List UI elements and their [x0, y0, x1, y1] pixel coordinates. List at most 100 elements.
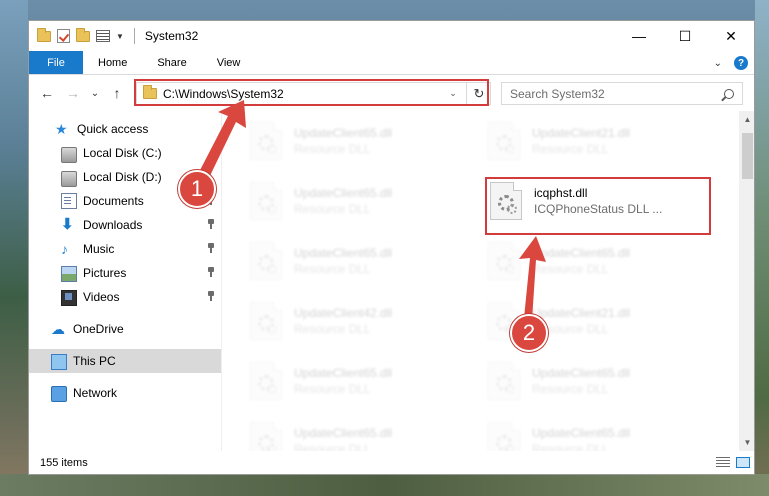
sidebar-item-this-pc[interactable]: This PC: [29, 349, 221, 373]
qat-separator: [133, 28, 135, 44]
file-name: UpdateClient65.dll: [294, 366, 393, 380]
pin-icon[interactable]: [207, 267, 215, 277]
content-area: ★ Quick access Local Disk (C:) Local Dis…: [29, 111, 754, 460]
dll-file-icon: [250, 182, 282, 220]
title-bar: ▼ System32 — ☐ ✕: [29, 21, 754, 51]
close-button[interactable]: ✕: [708, 21, 754, 51]
window-controls: — ☐ ✕: [616, 21, 754, 51]
dll-file-icon: [250, 302, 282, 340]
forward-button[interactable]: →: [63, 85, 83, 101]
sidebar-item-label: Network: [73, 386, 118, 400]
file-name: icqphst.dll: [534, 186, 588, 200]
sidebar-item-music[interactable]: ♪ Music: [29, 237, 221, 261]
file-name: UpdateClient42.dll: [294, 306, 393, 320]
pc-icon: [51, 354, 67, 370]
file-tile[interactable]: UpdateClient65.dll Resource DLL: [250, 115, 475, 167]
file-name: UpdateClient65.dll: [294, 246, 393, 260]
file-list: UpdateClient65.dll Resource DLL UpdateCli…: [222, 111, 754, 460]
file-type: Resource DLL: [532, 382, 609, 396]
navigation-bar: ← → ⌄ ↑ C:\Windows\System32 ⌄ ↻ Search S…: [29, 75, 754, 111]
sidebar-item-local-disk-c[interactable]: Local Disk (C:): [29, 141, 221, 165]
maximize-button[interactable]: ☐: [662, 21, 708, 51]
scroll-up-icon[interactable]: ▲: [739, 111, 754, 128]
window-title: System32: [144, 29, 199, 43]
file-name: UpdateClient65.dll: [532, 426, 631, 440]
ribbon-tabs: File Home Share View ⌄ ?: [29, 51, 754, 75]
file-name: UpdateClient65.dll: [294, 126, 393, 140]
music-icon: ♪: [61, 241, 68, 257]
qat-dropdown-icon[interactable]: ▼: [116, 32, 124, 41]
pin-icon[interactable]: [207, 291, 215, 301]
star-icon: ★: [55, 121, 68, 137]
dll-file-icon: [250, 242, 282, 280]
refresh-button[interactable]: ↻: [466, 82, 491, 105]
sidebar-item-downloads[interactable]: ⬇ Downloads: [29, 213, 221, 237]
file-type: Resource DLL: [294, 322, 371, 336]
tab-home[interactable]: Home: [83, 51, 142, 74]
file-tile[interactable]: UpdateClient65.dll Resource DLL: [250, 175, 475, 227]
dll-file-icon: [250, 362, 282, 400]
explorer-window: ▼ System32 — ☐ ✕ File Home Share View ⌄ …: [28, 20, 755, 475]
file-name: UpdateClient65.dll: [532, 366, 631, 380]
recent-locations-button[interactable]: ⌄: [85, 88, 105, 99]
sidebar-item-label: Local Disk (D:): [83, 170, 162, 184]
file-tile[interactable]: UpdateClient65.dll Resource DLL: [250, 355, 475, 407]
expand-ribbon-icon[interactable]: ⌄: [714, 58, 722, 69]
ribbon-right: ⌄ ?: [714, 51, 748, 75]
item-count: 155 items: [40, 457, 88, 469]
file-tile[interactable]: UpdateClient21.dll Resource DLL: [488, 115, 713, 167]
minimize-button[interactable]: —: [616, 21, 662, 51]
sidebar-item-videos[interactable]: Videos: [29, 285, 221, 309]
file-name: UpdateClient65.dll: [294, 186, 393, 200]
search-input[interactable]: Search System32: [510, 87, 724, 101]
address-dropdown-icon[interactable]: ⌄: [444, 88, 462, 99]
new-folder-icon[interactable]: [76, 27, 90, 42]
onedrive-icon: ☁: [51, 321, 65, 337]
desktop-background-bottom: [0, 474, 769, 496]
tiles-view-icon[interactable]: [736, 457, 750, 468]
address-bar[interactable]: C:\Windows\System32 ⌄: [136, 82, 491, 105]
file-tile[interactable]: UpdateClient65.dll Resource DLL: [488, 355, 713, 407]
sidebar-item-label: Local Disk (C:): [83, 146, 162, 160]
sidebar-item-onedrive[interactable]: ☁ OneDrive: [29, 317, 221, 341]
sidebar-item-label: This PC: [73, 354, 116, 368]
file-tile-icqphst[interactable]: icqphst.dll ICQPhoneStatus DLL ...: [490, 175, 715, 227]
pin-icon[interactable]: [207, 243, 215, 253]
address-path[interactable]: C:\Windows\System32: [163, 87, 444, 101]
documents-icon: [61, 193, 77, 209]
file-type: Resource DLL: [532, 262, 609, 276]
sidebar-item-label: OneDrive: [73, 322, 124, 336]
file-type: Resource DLL: [294, 142, 371, 156]
sidebar-item-pictures[interactable]: Pictures: [29, 261, 221, 285]
sidebar-item-label: Downloads: [83, 218, 143, 232]
customize-icon[interactable]: [96, 30, 110, 42]
tab-file[interactable]: File: [29, 51, 83, 74]
callout-1: 1: [178, 170, 216, 208]
callout-2: 2: [510, 314, 548, 352]
help-icon[interactable]: ?: [734, 56, 748, 70]
tab-view[interactable]: View: [202, 51, 256, 74]
file-type: Resource DLL: [294, 382, 371, 396]
file-tile[interactable]: UpdateClient65.dll Resource DLL: [250, 235, 475, 287]
address-folder-icon: [143, 85, 157, 99]
pin-icon[interactable]: [207, 219, 215, 229]
file-name: UpdateClient65.dll: [532, 246, 631, 260]
sidebar-item-network[interactable]: Network: [29, 381, 221, 405]
details-view-icon[interactable]: [716, 457, 730, 468]
status-bar: 155 items: [29, 451, 754, 474]
search-box[interactable]: Search System32: [501, 82, 743, 105]
tab-share[interactable]: Share: [142, 51, 201, 74]
properties-check-icon[interactable]: [57, 29, 70, 43]
file-tile[interactable]: UpdateClient65.dll Resource DLL: [488, 235, 713, 287]
file-name: UpdateClient21.dll: [532, 126, 631, 140]
file-name: UpdateClient65.dll: [294, 426, 393, 440]
sidebar-item-quick-access[interactable]: ★ Quick access: [29, 117, 221, 141]
scrollbar-thumb[interactable]: [742, 133, 753, 179]
back-button[interactable]: ←: [37, 85, 57, 101]
disk-icon: [61, 170, 77, 187]
file-tile[interactable]: UpdateClient42.dll Resource DLL: [250, 295, 475, 347]
vertical-scrollbar[interactable]: ▲ ▼: [739, 111, 754, 451]
up-button[interactable]: ↑: [107, 85, 127, 101]
dll-file-icon: [250, 122, 282, 160]
scroll-down-icon[interactable]: ▼: [739, 434, 754, 451]
